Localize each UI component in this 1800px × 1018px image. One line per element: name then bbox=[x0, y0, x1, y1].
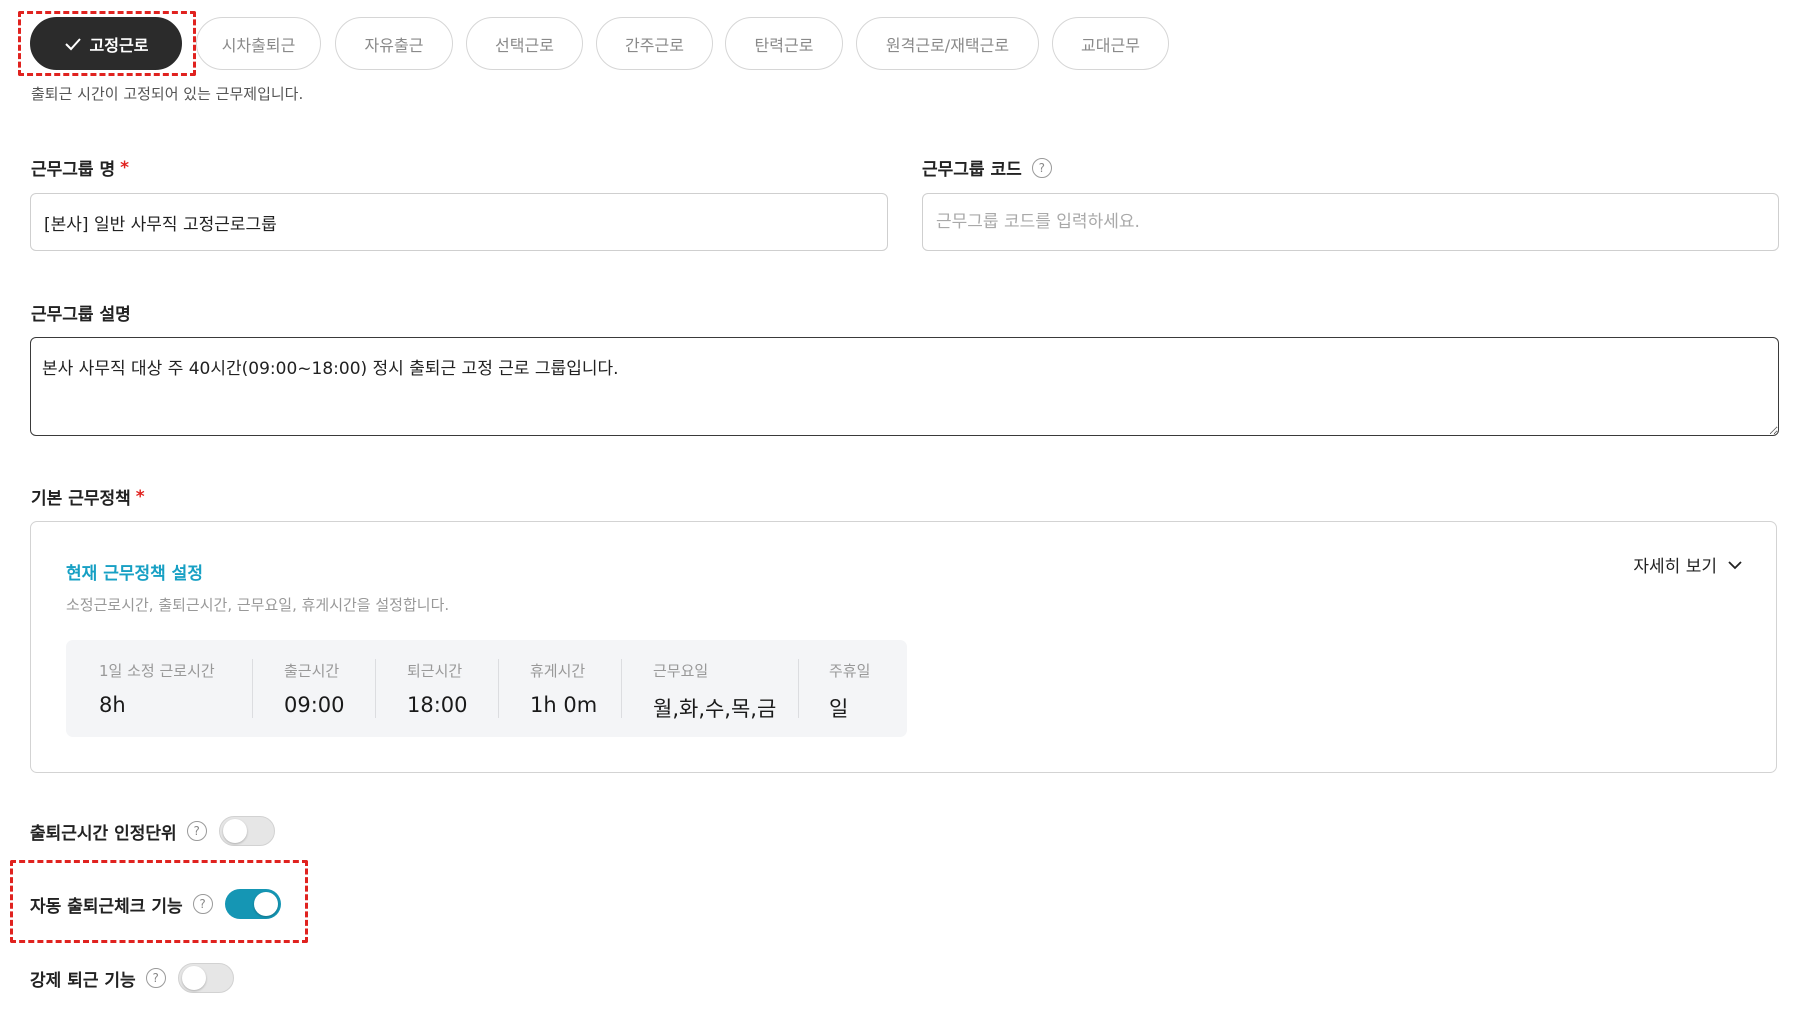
auto-check-toggle[interactable] bbox=[224, 889, 281, 919]
help-icon[interactable]: ? bbox=[186, 821, 207, 841]
toggle-knob bbox=[253, 892, 278, 916]
tab-label: 탄력근로 bbox=[754, 35, 814, 55]
group-code-label: 근무그룹 코드 ? bbox=[922, 155, 1052, 180]
toggle-label: 자동 출퇴근체크 기능 bbox=[30, 896, 183, 917]
toggle-knob bbox=[222, 819, 247, 843]
summary-value: 8h bbox=[99, 693, 126, 717]
summary-value: 1h 0m bbox=[530, 693, 598, 717]
toggle-label: 강제 퇴근 기능 bbox=[30, 970, 136, 991]
summary-label: 근무요일 bbox=[653, 662, 709, 680]
policy-summary: 1일 소정 근로시간 8h 출근시간 09:00 퇴근시간 18:00 휴게시간… bbox=[66, 640, 907, 737]
tab-flexible-work[interactable]: 탄력근로 bbox=[725, 17, 843, 70]
policy-subtitle: 소정근로시간, 출퇴근시간, 근무요일, 휴게시간을 설정합니다. bbox=[66, 596, 450, 614]
group-name-label-text: 근무그룹 명 bbox=[31, 160, 116, 180]
tab-label: 자유출근 bbox=[364, 35, 424, 55]
group-name-input[interactable] bbox=[30, 193, 888, 251]
summary-divider bbox=[798, 659, 799, 718]
toggle-force-leave-row: 강제 퇴근 기능 ? bbox=[30, 963, 234, 993]
work-type-description: 출퇴근 시간이 고정되어 있는 근무제입니다. bbox=[31, 85, 304, 103]
summary-label: 출근시간 bbox=[284, 662, 340, 680]
tab-label: 원격근로/재택근로 bbox=[885, 35, 1010, 55]
tab-fixed-work[interactable]: 고정근로 bbox=[30, 17, 182, 70]
summary-value: 18:00 bbox=[407, 693, 468, 717]
time-unit-toggle[interactable] bbox=[218, 816, 275, 846]
tab-label: 선택근로 bbox=[495, 35, 554, 55]
summary-value: 09:00 bbox=[284, 693, 345, 717]
toggle-knob bbox=[181, 966, 206, 990]
summary-divider bbox=[498, 659, 499, 718]
tab-free-commute[interactable]: 자유출근 bbox=[335, 17, 453, 70]
tab-label: 간주근로 bbox=[625, 35, 684, 55]
tab-label: 교대근무 bbox=[1081, 35, 1140, 55]
policy-label-text: 기본 근무정책 bbox=[31, 489, 131, 509]
summary-divider bbox=[621, 659, 622, 718]
summary-label: 퇴근시간 bbox=[407, 662, 463, 680]
tab-label: 시차출퇴근 bbox=[221, 35, 296, 55]
toggle-auto-check-row: 자동 출퇴근체크 기능 ? bbox=[30, 889, 281, 919]
tab-deemed-work[interactable]: 간주근로 bbox=[596, 17, 713, 70]
view-details-label: 자세히 보기 bbox=[1633, 557, 1717, 577]
summary-divider bbox=[252, 659, 253, 718]
summary-label: 1일 소정 근로시간 bbox=[99, 662, 215, 680]
required-mark: * bbox=[120, 157, 130, 178]
group-desc-label-text: 근무그룹 설명 bbox=[31, 305, 131, 325]
chevron-down-icon bbox=[1728, 560, 1742, 569]
summary-divider bbox=[375, 659, 376, 718]
tab-shift-work[interactable]: 교대근무 bbox=[1052, 17, 1169, 70]
toggle-time-unit-row: 출퇴근시간 인정단위 ? bbox=[30, 816, 275, 846]
summary-value: 월,화,수,목,금 bbox=[653, 697, 777, 721]
help-icon[interactable]: ? bbox=[192, 894, 213, 914]
summary-value: 일 bbox=[829, 697, 849, 721]
tab-selective-work[interactable]: 선택근로 bbox=[466, 17, 583, 70]
group-code-label-text: 근무그룹 코드 bbox=[922, 160, 1022, 180]
view-details-button[interactable]: 자세히 보기 bbox=[1633, 552, 1743, 577]
summary-label: 주휴일 bbox=[829, 662, 871, 680]
check-icon bbox=[64, 37, 81, 50]
force-leave-toggle[interactable] bbox=[177, 963, 234, 993]
tab-label: 고정근로 bbox=[89, 35, 149, 55]
group-desc-label: 근무그룹 설명 bbox=[31, 300, 131, 325]
policy-title: 현재 근무정책 설정 bbox=[66, 564, 203, 584]
help-icon[interactable]: ? bbox=[145, 968, 166, 988]
toggle-label: 출퇴근시간 인정단위 bbox=[30, 823, 177, 844]
summary-label: 휴게시간 bbox=[530, 662, 586, 680]
tab-staggered-commute[interactable]: 시차출퇴근 bbox=[196, 17, 321, 70]
help-icon[interactable]: ? bbox=[1031, 157, 1052, 178]
group-desc-textarea[interactable]: 본사 사무직 대상 주 40시간(09:00~18:00) 정시 출퇴근 고정 … bbox=[30, 337, 1779, 436]
group-name-label: 근무그룹 명 * bbox=[31, 155, 130, 181]
group-code-input[interactable] bbox=[922, 193, 1779, 251]
required-mark: * bbox=[135, 486, 145, 507]
policy-card: 현재 근무정책 설정 소정근로시간, 출퇴근시간, 근무요일, 휴게시간을 설정… bbox=[30, 521, 1777, 773]
policy-label: 기본 근무정책 * bbox=[31, 484, 145, 510]
tab-remote-work[interactable]: 원격근로/재택근로 bbox=[856, 17, 1039, 70]
